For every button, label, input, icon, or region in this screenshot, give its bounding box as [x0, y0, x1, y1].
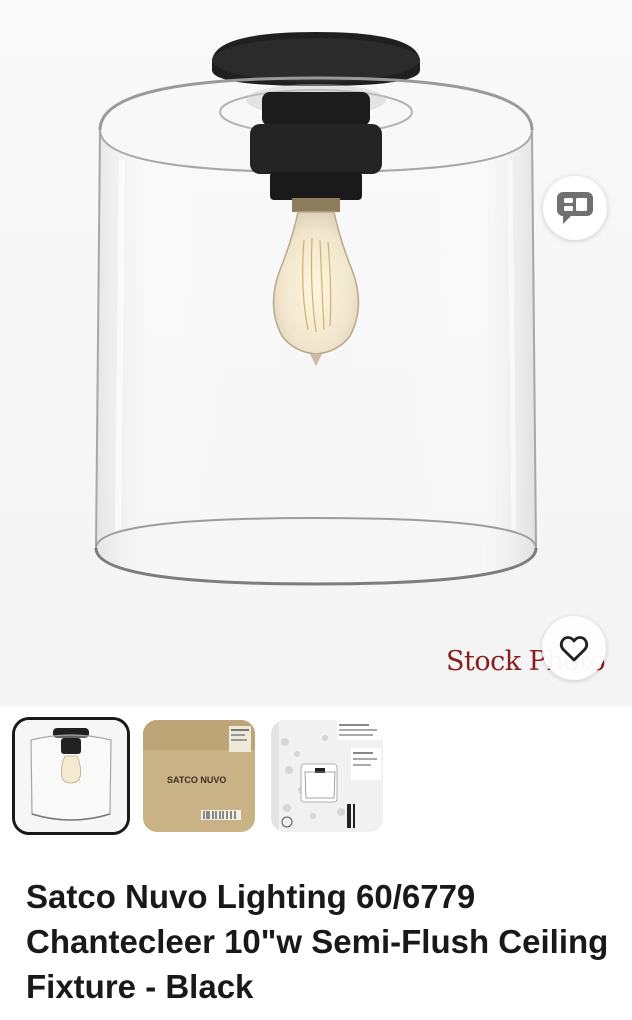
thumbnail-image [271, 720, 383, 832]
listing-title: Satco Nuvo Lighting 60/6779 Chantecleer … [26, 878, 609, 1005]
box-brand-text: SATCO NUVO [167, 775, 226, 785]
thumbnail-box-front[interactable]: SATCO NUVO [143, 720, 255, 832]
thumbnail-product-photo[interactable] [15, 720, 127, 832]
product-main-image [0, 0, 632, 706]
compare-button[interactable] [543, 176, 607, 240]
thumbnail-image: SATCO NUVO [143, 720, 255, 832]
thumbnail-strip: SATCO NUVO [0, 706, 632, 856]
compare-chat-icon [557, 192, 593, 224]
thumbnail-image [15, 720, 127, 832]
heart-icon [559, 636, 589, 662]
product-image-gallery[interactable]: Stock Photo [0, 0, 632, 706]
add-to-watchlist-button[interactable] [542, 616, 606, 680]
thumbnail-box-label[interactable] [271, 720, 383, 832]
